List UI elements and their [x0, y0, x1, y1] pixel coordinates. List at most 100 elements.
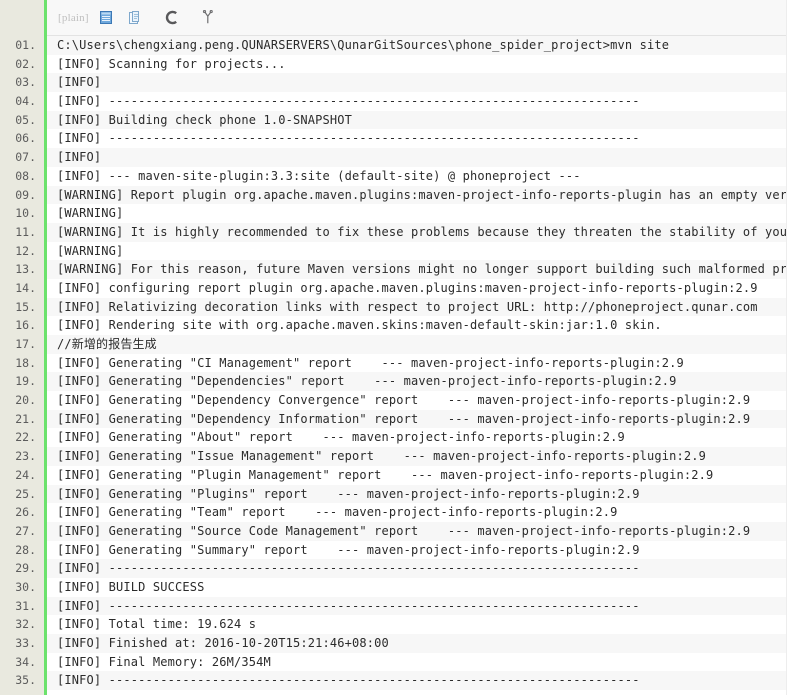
line-number: 10 — [0, 204, 36, 223]
code-lines-container[interactable]: 01 C:\Users\chengxiang.peng.QUNARSERVERS\… — [0, 36, 787, 691]
line-content: [WARNING] Report plugin org.apache.maven… — [57, 187, 787, 202]
code-line[interactable]: 28 [INFO] Generating "Summary" report ---… — [0, 540, 787, 560]
line-content: [WARNING] It is highly recommended to fi… — [57, 224, 787, 239]
line-content: [INFO] Generating "Dependency Convergenc… — [57, 393, 751, 408]
code-line[interactable]: 20 [INFO] Generating "Dependency Converge… — [0, 391, 787, 410]
code-line[interactable]: 18 [INFO] Generating "CI Management" repo… — [0, 353, 787, 373]
code-line[interactable]: 21 [INFO] Generating "Dependency Informat… — [0, 409, 787, 429]
code-line[interactable]: 31 [INFO] -------------------------------… — [0, 596, 787, 616]
language-label: [plain] — [58, 11, 89, 24]
gutter-divider — [44, 0, 47, 695]
code-line[interactable]: 23 [INFO] Generating "Issue Management" r… — [0, 447, 787, 466]
line-content: [INFO] Building check phone 1.0-SNAPSHOT — [57, 112, 352, 127]
line-content: [INFO] ---------------------------------… — [57, 673, 640, 688]
line-content: [INFO] Generating "Issue Management" rep… — [57, 449, 706, 464]
line-content: [INFO] Generating "Plugins" report --- m… — [57, 486, 640, 501]
line-number: 06 — [0, 129, 36, 148]
line-number: 05 — [0, 111, 36, 130]
code-line[interactable]: 19 [INFO] Generating "Dependencies" repor… — [0, 372, 787, 392]
code-line[interactable]: 06 [INFO] -------------------------------… — [0, 129, 787, 149]
line-content: [INFO] Generating "CI Management" report… — [57, 355, 684, 370]
code-line[interactable]: 07 [INFO] — [0, 148, 787, 167]
code-line[interactable]: 01 C:\Users\chengxiang.peng.QUNARSERVERS\… — [0, 36, 787, 55]
line-number: 17 — [0, 335, 36, 354]
line-number: 35 — [0, 671, 36, 690]
line-number: 03 — [0, 73, 36, 92]
line-content: [INFO] Finished at: 2016-10-20T15:21:46+… — [57, 636, 389, 650]
code-line[interactable]: 02 [INFO] Scanning for projects... — [0, 54, 787, 74]
code-line[interactable]: 05 [INFO] Building check phone 1.0-SNAPSH… — [0, 110, 787, 130]
refresh-icon[interactable] — [161, 8, 183, 28]
line-content: [WARNING] — [57, 206, 124, 221]
line-number: 16 — [0, 316, 36, 335]
code-line[interactable]: 11 [WARNING] It is highly recommended to … — [0, 222, 787, 242]
fork-icon[interactable] — [197, 8, 219, 28]
line-number: 14 — [0, 279, 36, 298]
line-content: [INFO] ---------------------------------… — [57, 561, 640, 576]
line-number: 32 — [0, 615, 36, 634]
line-number: 02 — [0, 55, 36, 74]
line-content: [INFO] Relativizing decoration links wit… — [57, 299, 758, 314]
line-number: 25 — [0, 485, 36, 504]
code-line[interactable]: 15 [INFO] Relativizing decoration links w… — [0, 297, 787, 317]
line-content: [INFO] Generating "Summary" report --- m… — [57, 542, 640, 557]
line-content: [WARNING] — [57, 243, 124, 258]
line-content: C:\Users\chengxiang.peng.QUNARSERVERS\Qu… — [57, 38, 670, 52]
code-line[interactable]: 04 [INFO] -------------------------------… — [0, 92, 787, 111]
line-content: //新增的报告生成 — [57, 337, 157, 351]
line-number: 08 — [0, 167, 36, 186]
line-number: 26 — [0, 503, 36, 522]
line-content: [INFO] ---------------------------------… — [57, 131, 640, 146]
line-content: [INFO] Total time: 19.624 s — [57, 617, 257, 632]
code-line[interactable]: 14 [INFO] configuring report plugin org.a… — [0, 278, 787, 298]
code-line[interactable]: 12 [WARNING] — [0, 241, 787, 261]
line-content: [INFO] configuring report plugin org.apa… — [57, 280, 758, 295]
code-line[interactable]: 13 [WARNING] For this reason, future Mave… — [0, 260, 787, 279]
code-line[interactable]: 17 //新增的报告生成 — [0, 335, 787, 354]
view-plain-icon[interactable] — [95, 8, 117, 28]
code-line[interactable]: 27 [INFO] Generating "Source Code Managem… — [0, 521, 787, 541]
line-content: [INFO] — [57, 75, 102, 90]
line-number: 12 — [0, 242, 36, 261]
line-number: 30 — [0, 578, 36, 597]
line-number: 22 — [0, 428, 36, 447]
line-number: 11 — [0, 223, 36, 242]
code-line[interactable]: 35 [INFO] -------------------------------… — [0, 671, 787, 691]
line-content: [INFO] Generating "Team" report --- mave… — [57, 505, 618, 520]
code-line[interactable]: 26 [INFO] Generating "Team" report --- ma… — [0, 503, 787, 522]
code-line[interactable]: 03 [INFO] — [0, 73, 787, 93]
line-content: [INFO] ---------------------------------… — [57, 94, 640, 109]
code-line[interactable]: 34 [INFO] Final Memory: 26M/354M — [0, 652, 787, 672]
code-line[interactable]: 22 [INFO] Generating "About" report --- m… — [0, 428, 787, 448]
line-content: [INFO] Rendering site with org.apache.ma… — [57, 318, 662, 333]
code-line[interactable]: 08 [INFO] --- maven-site-plugin:3.3:site … — [0, 166, 787, 186]
line-number: 31 — [0, 597, 36, 616]
line-content: [INFO] --- maven-site-plugin:3.3:site (d… — [57, 168, 581, 183]
line-number: 15 — [0, 298, 36, 317]
line-number: 21 — [0, 410, 36, 429]
code-line[interactable]: 29 [INFO] -------------------------------… — [0, 559, 787, 578]
line-content: [INFO] Generating "Dependencies" report … — [57, 374, 677, 389]
code-line[interactable]: 10 [WARNING] — [0, 204, 787, 223]
line-number: 29 — [0, 559, 36, 578]
copy-to-clipboard-icon[interactable] — [125, 8, 147, 28]
line-content: [INFO] ---------------------------------… — [57, 598, 640, 613]
line-content: [WARNING] For this reason, future Maven … — [57, 262, 787, 277]
line-number: 09 — [0, 186, 36, 205]
line-content: [INFO] — [57, 150, 102, 165]
line-number: 13 — [0, 260, 36, 279]
line-number: 33 — [0, 634, 36, 653]
code-line[interactable]: 24 [INFO] Generating "Plugin Management" … — [0, 465, 787, 485]
code-block-toolbar: [plain] — [47, 0, 787, 36]
code-line[interactable]: 16 [INFO] Rendering site with org.apache.… — [0, 316, 787, 335]
code-line[interactable]: 32 [INFO] Total time: 19.624 s — [0, 615, 787, 634]
line-number: 24 — [0, 466, 36, 485]
line-number: 23 — [0, 447, 36, 466]
line-content: [INFO] Generating "Source Code Managemen… — [57, 523, 751, 538]
line-number: 34 — [0, 653, 36, 672]
code-line[interactable]: 09 [WARNING] Report plugin org.apache.mav… — [0, 185, 787, 205]
code-line[interactable]: 30 [INFO] BUILD SUCCESS — [0, 577, 787, 597]
code-line[interactable]: 25 [INFO] Generating "Plugins" report ---… — [0, 484, 787, 504]
code-line[interactable]: 33 [INFO] Finished at: 2016-10-20T15:21:4… — [0, 634, 787, 653]
line-number: 01 — [0, 36, 36, 55]
